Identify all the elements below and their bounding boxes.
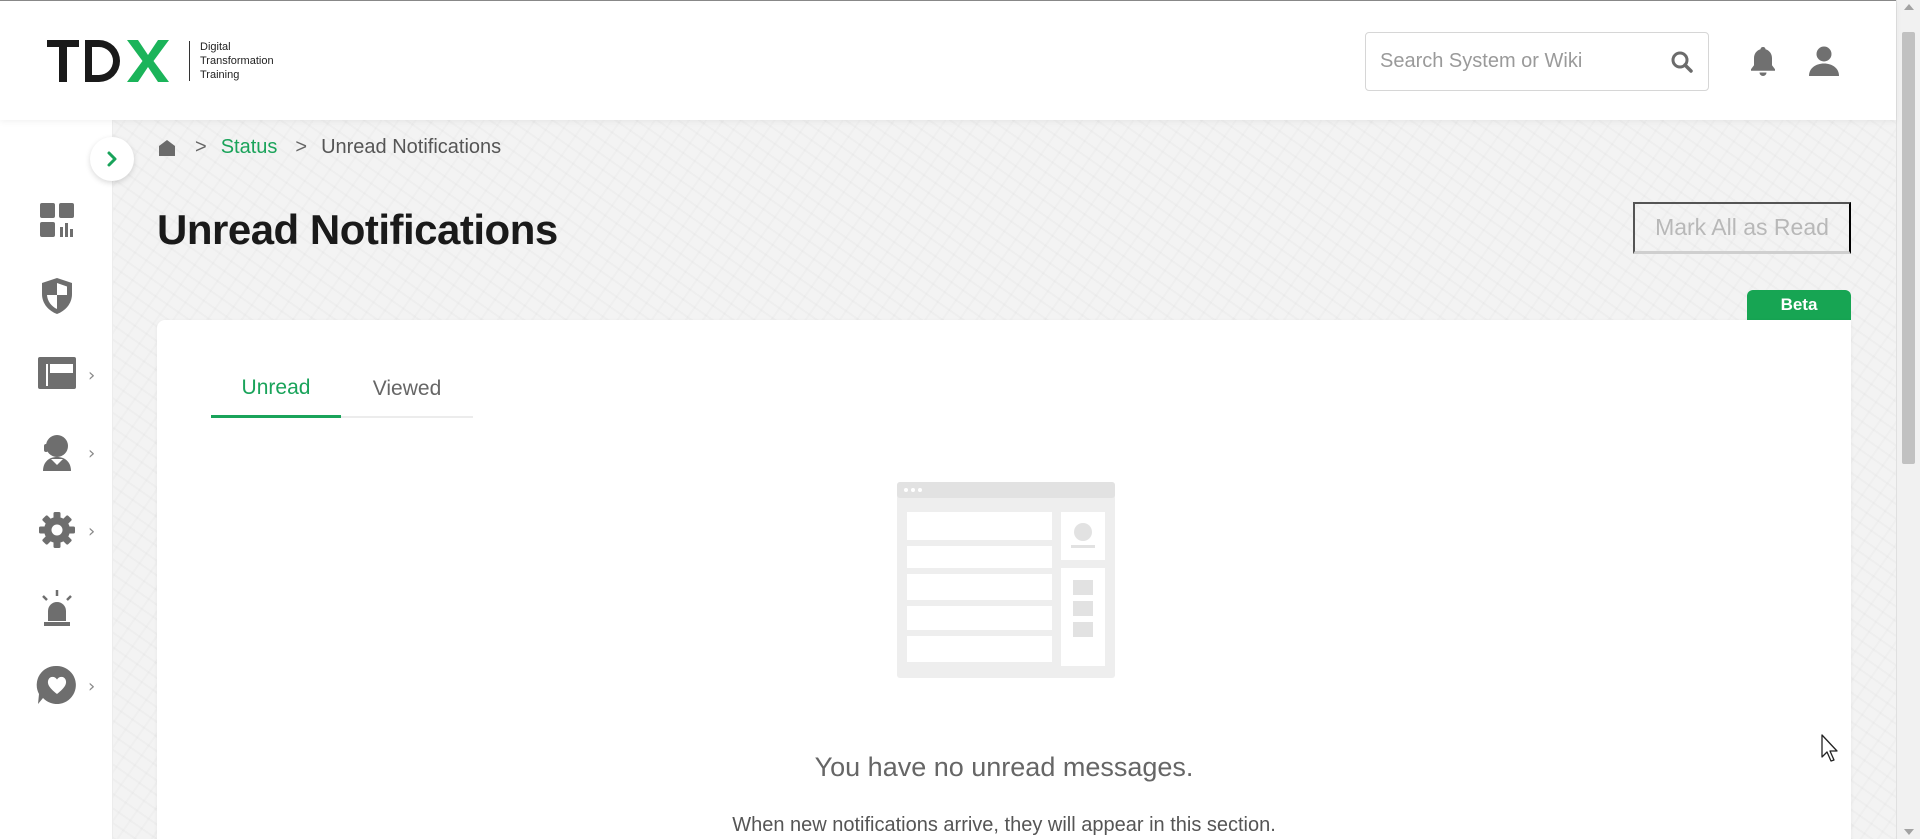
search-box[interactable] xyxy=(1365,32,1709,91)
heart-chat-icon xyxy=(36,665,76,704)
dashboard-icon xyxy=(40,203,74,237)
main-content: > Status > Unread Notifications Unread N… xyxy=(113,120,1896,839)
mark-all-as-read-button[interactable]: Mark All as Read xyxy=(1633,202,1851,254)
page-title: Unread Notifications xyxy=(157,206,558,253)
search-icon[interactable] xyxy=(1670,50,1694,74)
chevron-right-icon xyxy=(107,151,117,167)
chevron-right-icon: › xyxy=(88,676,96,697)
gear-icon xyxy=(39,512,75,548)
logo-line-2: Transformation xyxy=(200,55,274,67)
tab-viewed[interactable]: Viewed xyxy=(341,360,473,418)
breadcrumb-link-status[interactable]: Status xyxy=(221,136,278,159)
logo-line-1: Digital xyxy=(200,41,231,53)
notifications-card: Unread Viewed You have no unread message… xyxy=(157,320,1851,839)
top-header: Digital Transformation Training xyxy=(0,0,1896,120)
logo-mark-graphic xyxy=(47,40,169,82)
shield-icon xyxy=(42,278,72,314)
scroll-down-arrow-icon[interactable] xyxy=(1904,829,1914,835)
layout-icon xyxy=(38,357,76,389)
empty-state-title: You have no unread messages. xyxy=(814,752,1194,782)
empty-inbox-illustration xyxy=(897,482,1115,678)
search-input[interactable] xyxy=(1380,50,1670,73)
page-scrollbar[interactable] xyxy=(1896,0,1920,839)
breadcrumb-separator: > xyxy=(195,136,207,158)
breadcrumb-separator: > xyxy=(295,136,308,158)
mouse-pointer-icon xyxy=(1821,734,1838,762)
chevron-right-icon: › xyxy=(88,443,96,464)
breadcrumb-current: Unread Notifications xyxy=(321,136,502,158)
empty-state-subtitle: When new notifications arrive, they will… xyxy=(732,814,1276,836)
logo-tagline: Digital Transformation Training xyxy=(200,40,274,82)
scrollbar-thumb[interactable] xyxy=(1902,32,1915,464)
sidebar-item-dashboard[interactable] xyxy=(34,195,104,245)
logo-line-3: Training xyxy=(200,69,240,81)
support-agent-icon xyxy=(43,435,71,471)
logo-mark xyxy=(47,37,177,85)
sidebar-item-security[interactable] xyxy=(34,271,104,321)
sidebar-item-support[interactable]: › xyxy=(34,427,104,477)
logo-divider xyxy=(189,41,190,81)
beta-badge: Beta xyxy=(1747,290,1851,320)
user-icon[interactable] xyxy=(1806,43,1842,79)
notification-tabs: Unread Viewed xyxy=(211,360,473,418)
tab-unread[interactable]: Unread xyxy=(211,360,341,418)
home-icon[interactable] xyxy=(157,138,177,158)
breadcrumb: > Status > Unread Notifications xyxy=(157,136,501,159)
sidebar-expand-button[interactable] xyxy=(90,137,134,181)
tdx-logo[interactable]: Digital Transformation Training xyxy=(47,37,274,85)
sidebar-item-alerts[interactable] xyxy=(34,583,104,633)
chevron-right-icon: › xyxy=(88,521,96,542)
sidebar-item-wellbeing[interactable]: › xyxy=(34,660,104,710)
chevron-right-icon: › xyxy=(88,365,96,386)
bell-icon[interactable] xyxy=(1745,43,1781,79)
sidebar-item-settings[interactable]: › xyxy=(34,505,104,555)
sidebar-item-layout[interactable]: › xyxy=(34,349,104,399)
sidebar: › › › › xyxy=(0,120,113,839)
scroll-up-arrow-icon[interactable] xyxy=(1904,4,1914,10)
alarm-siren-icon xyxy=(42,590,72,626)
